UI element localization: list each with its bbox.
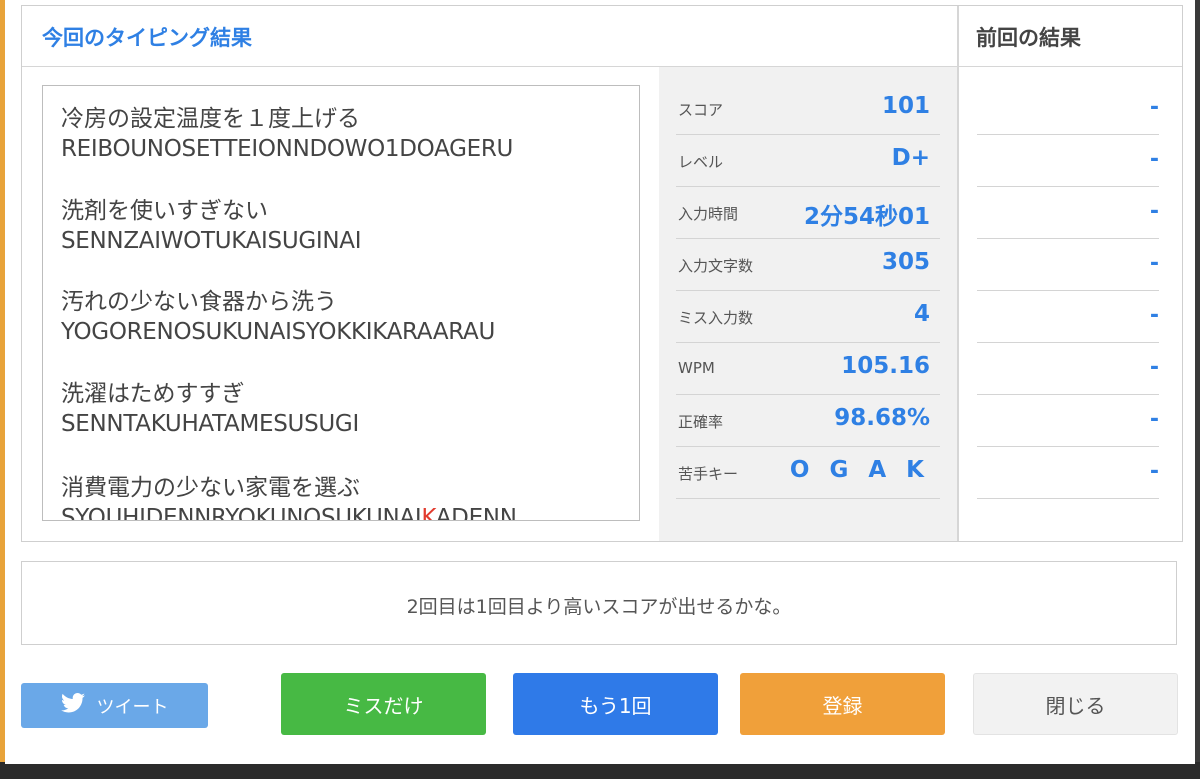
miss-character: K: [421, 505, 436, 521]
previous-level: -: [977, 135, 1159, 187]
phrase-romaji: SENNTAKUHATAMESUSUGI: [61, 411, 359, 437]
previous-value: -: [1149, 199, 1159, 224]
previous-value: -: [1149, 95, 1159, 120]
phrase-japanese: 消費電力の少ない家電を選ぶ: [61, 475, 360, 501]
stat-value: 305: [881, 249, 930, 275]
previous-char-count: -: [977, 239, 1159, 291]
previous-input-time: -: [977, 187, 1159, 239]
encouragement-message: 2回目は1回目より高いスコアが出せるかな。: [406, 596, 792, 618]
phrase-romaji: SYOUHIDENNRYOKUNOSUKUNAIKADENN: [61, 503, 517, 521]
previous-value: -: [1149, 303, 1159, 328]
phrase-romaji: SENNZAIWOTUKAISUGINAI: [61, 228, 362, 254]
stat-value: 105.16: [841, 353, 930, 379]
stat-accuracy: 正確率 98.68%: [676, 395, 940, 447]
stat-label: 入力文字数: [678, 257, 754, 275]
tweet-button[interactable]: ツイート: [21, 683, 208, 728]
previous-accuracy: -: [977, 395, 1159, 447]
phrase-romaji: YOGORENOSUKUNAISYOKKIKARAARAU: [61, 319, 496, 345]
results-box: 今回のタイピング結果 前回の結果 冷房の設定温度を１度上げる REIBOUNOS…: [21, 5, 1183, 542]
stat-wpm: WPM 105.16: [676, 343, 940, 395]
stat-label: レベル: [678, 153, 724, 171]
stat-level: レベル D+: [676, 135, 940, 187]
previous-weak-keys: -: [977, 447, 1159, 499]
current-result-title: 今回のタイピング結果: [42, 26, 252, 50]
phrase-item: 汚れの少ない食器から洗う YOGORENOSUKUNAISYOKKIKARAAR…: [61, 287, 495, 347]
stat-weak-keys: 苦手キー O G A K: [676, 447, 940, 499]
message-box: 2回目は1回目より高いスコアが出せるかな。: [21, 561, 1177, 645]
stat-value: 101: [881, 93, 930, 119]
stat-label: WPM: [678, 359, 715, 377]
phrase-item: 冷房の設定温度を１度上げる REIBOUNOSETTEIONNDOWO1DOAG…: [61, 104, 513, 164]
previous-score: -: [977, 83, 1159, 135]
background-bottom: [0, 762, 1200, 779]
stat-score: スコア 101: [676, 83, 940, 135]
twitter-bird-icon: [60, 693, 85, 718]
previous-value: -: [1149, 355, 1159, 380]
romaji-typed: ADENN: [435, 505, 517, 521]
stat-value: D+: [891, 145, 930, 171]
previous-miss-count: -: [977, 291, 1159, 343]
result-modal: 今回のタイピング結果 前回の結果 冷房の設定温度を１度上げる REIBOUNOS…: [5, 0, 1195, 764]
stat-label: 苦手キー: [678, 465, 739, 483]
miss-only-button[interactable]: ミスだけ: [281, 673, 486, 735]
results-header: 今回のタイピング結果 前回の結果: [22, 6, 1182, 67]
stat-value: 4: [913, 301, 930, 327]
stat-input-time: 入力時間 2分54秒01: [676, 187, 940, 239]
previous-value: -: [1149, 459, 1159, 484]
previous-result-title: 前回の結果: [976, 26, 1081, 50]
retry-button[interactable]: もう1回: [513, 673, 718, 735]
stats-panel: スコア 101 レベル D+ 入力時間 2分54秒01 入力文字数 305 ミス…: [659, 67, 957, 541]
previous-wpm: -: [977, 343, 1159, 395]
phrase-item: 消費電力の少ない家電を選ぶ SYOUHIDENNRYOKUNOSUKUNAIKA…: [61, 473, 517, 521]
phrase-japanese: 洗剤を使いすぎない: [61, 198, 268, 224]
stat-label: 正確率: [678, 413, 724, 431]
stat-miss-count: ミス入力数 4: [676, 291, 940, 343]
phrase-japanese: 洗濯はためすすぎ: [61, 381, 245, 407]
column-divider: [957, 6, 959, 541]
phrase-item: 洗濯はためすすぎ SENNTAKUHATAMESUSUGI: [61, 379, 359, 439]
romaji-typed: SYOUHIDENNRYOKUNOSUKUNAI: [61, 505, 422, 521]
stat-label: スコア: [678, 101, 724, 119]
phrase-romaji: REIBOUNOSETTEIONNDOWO1DOAGERU: [61, 136, 514, 162]
phrase-japanese: 冷房の設定温度を１度上げる: [61, 106, 360, 132]
previous-value: -: [1149, 147, 1159, 172]
previous-value: -: [1149, 407, 1159, 432]
stat-value: 98.68%: [834, 405, 930, 431]
phrase-item: 洗剤を使いすぎない SENNZAIWOTUKAISUGINAI: [61, 196, 362, 256]
typed-phrases-panel[interactable]: 冷房の設定温度を１度上げる REIBOUNOSETTEIONNDOWO1DOAG…: [42, 85, 640, 521]
phrase-japanese: 汚れの少ない食器から洗う: [61, 289, 337, 315]
stat-char-count: 入力文字数 305: [676, 239, 940, 291]
close-button[interactable]: 閉じる: [973, 673, 1178, 735]
stat-value: 2分54秒01: [803, 204, 930, 230]
tweet-button-label: ツイート: [96, 696, 169, 718]
stat-label: ミス入力数: [678, 309, 754, 327]
register-button[interactable]: 登録: [740, 673, 945, 735]
stat-label: 入力時間: [678, 205, 739, 223]
stat-value: O G A K: [789, 457, 930, 483]
previous-value: -: [1149, 251, 1159, 276]
